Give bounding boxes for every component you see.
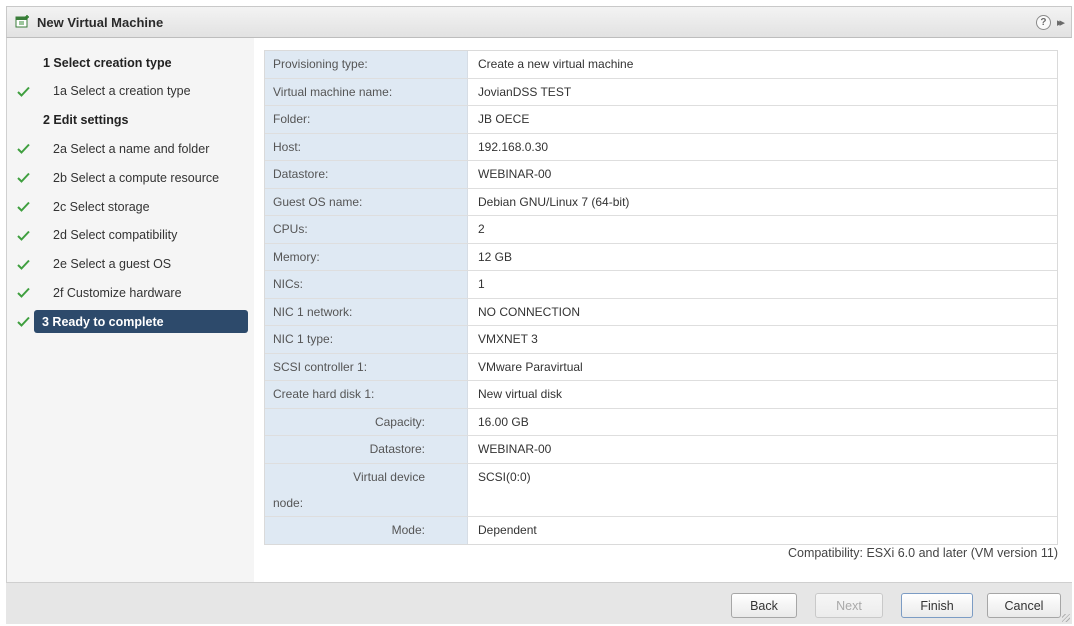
summary-key: Guest OS name: [265,188,468,215]
wizard-step-label: 1 Select creation type [43,55,172,70]
wizard-step[interactable]: 2 Edit settings [7,106,255,135]
summary-value: JB OECE [478,112,530,127]
check-icon [15,227,31,243]
wizard-step-label: 2e Select a guest OS [53,257,172,272]
check-icon [15,141,31,157]
next-button[interactable]: Next [815,593,883,618]
summary-table: Provisioning type: Create a new virtual m… [264,50,1058,545]
summary-key-line1: Virtual device [353,469,425,484]
new-vm-dialog: New Virtual Machine ? ▸▸ 1 Select creati… [0,0,1074,626]
wizard-step-label: 2 Edit settings [43,113,129,128]
check-icon [15,256,31,272]
summary-value: 16.00 GB [478,414,529,429]
table-row: Provisioning type: Create a new virtual m… [265,51,1057,79]
table-row: Memory: 12 GB [265,243,1057,271]
summary-key: SCSI controller 1: [265,353,468,380]
summary-value: Debian GNU/Linux 7 (64-bit) [478,194,630,209]
wizard-step[interactable]: 1a Select a creation type [7,77,255,106]
summary-value: 2 [478,222,485,237]
wizard-step[interactable]: 1 Select creation type [7,48,255,77]
summary-key: Datastore: [265,161,468,188]
wizard-step-label: 2f Customize hardware [53,285,182,300]
check-icon [15,83,31,99]
check-icon [15,314,31,330]
table-row: NIC 1 type: VMXNET 3 [265,326,1057,354]
summary-key: Mode: [265,516,468,544]
table-row: Virtual machine name: JovianDSS TEST [265,78,1057,106]
summary-key: Virtual device node: [265,463,468,516]
summary-value: WEBINAR-00 [478,167,552,182]
wizard-steps-sidebar: 1 Select creation type 1a Select a creati… [6,38,254,582]
wizard-step[interactable]: 3 Ready to complete [7,307,255,336]
summary-value: 192.168.0.30 [478,139,549,154]
dialog-title: New Virtual Machine [37,14,164,30]
wizard-step[interactable]: 2b Select a compute resource [7,163,255,192]
table-row: Virtual device node: SCSI(0:0) [265,463,1057,517]
expand-icon[interactable]: ▸▸ [1057,16,1065,29]
summary-value: New virtual disk [478,387,563,402]
wizard-step-label: 2b Select a compute resource [53,170,220,185]
table-row: Guest OS name: Debian GNU/Linux 7 (64-bit… [265,188,1057,216]
table-row: Host: 192.168.0.30 [265,133,1057,161]
table-row: Capacity: 16.00 GB [265,408,1057,436]
wizard-step[interactable]: 2d Select compatibility [7,221,255,250]
table-row: Create hard disk 1: New virtual disk [265,381,1057,409]
summary-key: Create hard disk 1: [265,381,468,408]
wizard-step[interactable]: 2a Select a name and folder [7,134,255,163]
resize-grip-icon[interactable] [1062,614,1070,622]
summary-value: NO CONNECTION [478,304,580,319]
table-row: Datastore: WEBINAR-00 [265,161,1057,189]
table-row: CPUs: 2 [265,216,1057,244]
wizard-step-label: 2c Select storage [53,199,150,214]
table-row: NICs: 1 [265,271,1057,299]
summary-panel: Provisioning type: Create a new virtual m… [254,38,1072,582]
summary-key: Datastore: [265,436,468,463]
summary-key: Virtual machine name: [265,78,468,105]
wizard-step-label: 1a Select a creation type [53,84,191,99]
summary-key: Capacity: [265,408,468,435]
table-row: Datastore: WEBINAR-00 [265,436,1057,464]
summary-key: Folder: [265,106,468,133]
compatibility-label: Compatibility: ESXi 6.0 and later (VM ve… [787,546,1058,560]
summary-key: CPUs: [265,216,468,243]
summary-value: VMXNET 3 [478,332,538,347]
wizard-step[interactable]: 2e Select a guest OS [7,250,255,279]
summary-value: 1 [478,277,485,292]
wizard-step-label: 2a Select a name and folder [53,141,210,156]
summary-key: NIC 1 network: [265,298,468,325]
summary-value: 12 GB [478,249,513,264]
summary-key: NICs: [265,271,468,298]
check-icon [15,170,31,186]
summary-key: Memory: [265,243,468,270]
table-row: Mode: Dependent [265,516,1057,544]
wizard-step[interactable]: 2c Select storage [7,192,255,221]
summary-value: Create a new virtual machine [478,57,634,72]
summary-key: Provisioning type: [265,51,468,78]
summary-value: VMware Paravirtual [478,359,583,374]
finish-button[interactable]: Finish [901,593,973,618]
title-bar: New Virtual Machine ? ▸▸ [6,6,1072,38]
table-row: Folder: JB OECE [265,106,1057,134]
summary-value: SCSI(0:0) [478,469,531,484]
wizard-step-label: 2d Select compatibility [53,228,178,243]
summary-value: WEBINAR-00 [478,442,552,457]
help-icon[interactable]: ? [1035,14,1051,30]
dialog-footer: Back Next Finish Cancel [6,582,1072,624]
wizard-step[interactable]: 2f Customize hardware [7,278,255,307]
new-vm-icon [15,14,31,30]
table-row: NIC 1 network: NO CONNECTION [265,298,1057,326]
check-icon [15,199,31,215]
summary-key: Host: [265,133,468,160]
summary-key-line2: node: [273,495,304,510]
check-icon [15,285,31,301]
table-row: SCSI controller 1: VMware Paravirtual [265,353,1057,381]
summary-value: JovianDSS TEST [478,84,572,99]
cancel-button[interactable]: Cancel [987,593,1061,618]
back-button[interactable]: Back [731,593,797,618]
wizard-step-label: 3 Ready to complete [42,314,164,329]
summary-key: NIC 1 type: [265,326,468,353]
summary-value: Dependent [478,523,537,538]
